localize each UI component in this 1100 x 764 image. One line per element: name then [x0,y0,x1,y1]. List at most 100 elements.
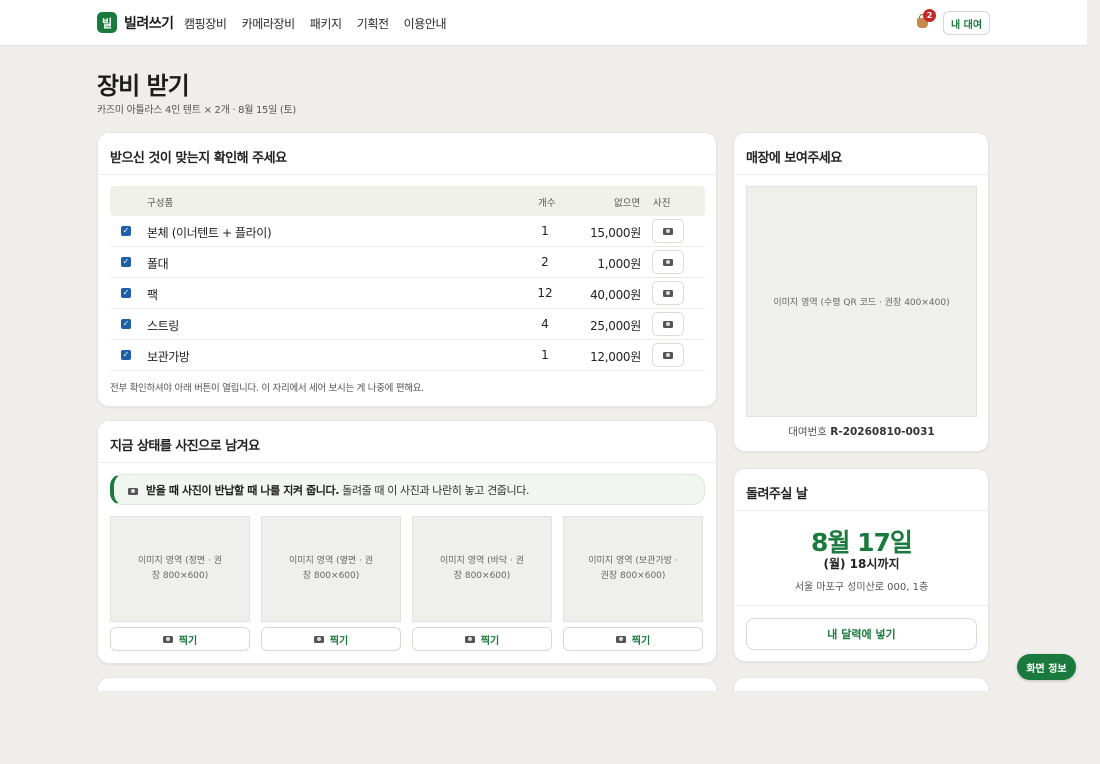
table-row: ✓ 보관가방 1 12,000원 [110,340,705,371]
item-price: 12,000원 [590,350,641,364]
rental-number-label: 대여번호 [788,426,831,438]
return-address: 서울 마포구 성미산로 000, 1층 [794,582,929,593]
table-row: ✓ 팩 12 40,000원 [110,278,705,309]
checklist-table: 구성품 개수 없으면 사진 ✓ 본체 (이너텐트 + 플라이) 1 15,000… [110,186,705,371]
return-date: 8월 17일 [811,528,913,557]
photo-card-title: 지금 상태를 사진으로 남겨요 [98,421,716,463]
photo-notice: 받을 때 사진이 반납할 때 나를 지켜 줍니다. 돌려줄 때 이 사진과 나란… [110,474,705,505]
photo-card: 지금 상태를 사진으로 남겨요 받을 때 사진이 반납할 때 나를 지켜 줍니다… [97,420,717,664]
return-card: 돌려주실 날 8월 17일 (월) 18시까지 서울 마포구 성미산로 000,… [733,468,989,662]
notice-emphasis: 받을 때 사진이 반납할 때 나를 지켜 줍니다. [146,484,340,497]
rental-number: 대여번호 R-20260810-0031 [734,424,988,439]
camera-icon [162,635,173,643]
camera-icon [663,351,673,359]
item-photo-button[interactable] [652,312,684,336]
divider [734,605,988,606]
qr-card-title: 매장에 보여주세요 [734,133,988,175]
photo-slot: 이미지 영역 (보관가방 · 권장 800×600) 찍기 [563,516,703,651]
table-row: ✓ 폴대 2 1,000원 [110,247,705,278]
item-qty: 2 [541,255,549,269]
page-bottom-fill [0,691,1100,764]
item-photo-button[interactable] [652,343,684,367]
take-photo-button[interactable]: 찍기 [110,627,250,651]
photo-slot: 이미지 영역 (바닥 · 권장 800×600) 찍기 [412,516,552,651]
take-photo-button[interactable]: 찍기 [563,627,703,651]
camera-icon [663,258,673,266]
item-qty: 4 [541,317,549,331]
take-photo-label: 찍기 [178,635,198,647]
item-name: 스트링 [147,319,179,333]
take-photo-label: 찍기 [631,635,651,647]
camera-icon [464,635,475,643]
return-card-title: 돌려주실 날 [734,469,988,511]
item-qty: 12 [537,286,553,300]
camera-icon [663,227,673,235]
screen-info-button[interactable]: 화면 정보 [1017,654,1076,680]
item-qty: 1 [541,348,549,362]
nav-item-camping[interactable]: 캠핑장비 [184,15,227,32]
checklist-note: 전부 확인하셔야 아래 버튼이 열립니다. 이 자리에서 세어 보시는 게 나중… [110,383,424,394]
camera-icon [615,635,626,643]
take-photo-label: 찍기 [329,635,349,647]
notice-text: 돌려줄 때 이 사진과 나란히 놓고 견줍니다. [339,484,530,497]
my-rental-button[interactable]: 내 대여 [943,11,990,35]
item-name: 본체 (이너텐트 + 플라이) [147,226,272,240]
photo-placeholder: 이미지 영역 (옆면 · 권장 800×600) [261,516,401,622]
nav-item-promotion[interactable]: 기획전 [357,15,389,32]
add-to-calendar-button[interactable]: 내 달력에 넣기 [746,618,977,650]
qr-card: 매장에 보여주세요 이미지 영역 (수령 QR 코드 · 권장 400×400)… [733,132,989,452]
cart-count-badge: 2 [923,9,936,22]
item-name: 팩 [147,288,158,302]
camera-icon [128,487,138,495]
brand-logo-icon[interactable]: 빌 [97,12,117,33]
nav-item-package[interactable]: 패키지 [310,15,342,32]
cart-icon[interactable]: 2 [914,9,936,33]
item-checkbox[interactable]: ✓ [121,350,131,360]
item-checkbox[interactable]: ✓ [121,319,131,329]
item-qty: 1 [541,224,549,238]
rental-number-value: R-20260810-0031 [830,426,935,438]
item-price: 40,000원 [590,288,641,302]
table-row: ✓ 스트링 4 25,000원 [110,309,705,340]
camera-icon [313,635,324,643]
column-header-photo: 사진 [653,198,671,209]
main-nav: 캠핑장비 카메라장비 패키지 기획전 이용안내 [184,15,447,32]
item-name: 폴대 [147,257,169,271]
nav-item-guide[interactable]: 이용안내 [404,15,447,32]
return-time: (월) 18시까지 [823,557,900,571]
take-photo-button[interactable]: 찍기 [412,627,552,651]
take-photo-label: 찍기 [480,635,500,647]
item-name: 보관가방 [147,350,190,364]
table-row: ✓ 본체 (이너텐트 + 플라이) 1 15,000원 [110,216,705,247]
page-subtitle: 카즈미 아틀라스 4인 텐트 × 2개 · 8월 15일 (토) [97,105,296,116]
photo-placeholder: 이미지 영역 (보관가방 · 권장 800×600) [563,516,703,622]
qr-code-placeholder: 이미지 영역 (수령 QR 코드 · 권장 400×400) [746,186,977,417]
page-title: 장비 받기 [97,72,190,100]
photo-placeholder: 이미지 영역 (정면 · 권장 800×600) [110,516,250,622]
checklist-title: 받으신 것이 맞는지 확인해 주세요 [98,133,716,175]
item-photo-button[interactable] [652,250,684,274]
take-photo-button[interactable]: 찍기 [261,627,401,651]
photo-placeholder: 이미지 영역 (바닥 · 권장 800×600) [412,516,552,622]
item-checkbox[interactable]: ✓ [121,257,131,267]
camera-icon [663,289,673,297]
column-header-qty: 개수 [538,198,556,209]
column-header-item: 구성품 [147,198,174,209]
brand-name[interactable]: 빌려쓰기 [124,13,174,33]
nav-item-camera[interactable]: 카메라장비 [242,15,296,32]
item-checkbox[interactable]: ✓ [121,288,131,298]
item-checkbox[interactable]: ✓ [121,226,131,236]
item-photo-button[interactable] [652,281,684,305]
item-price: 1,000원 [597,257,641,271]
checklist-header-row: 구성품 개수 없으면 사진 [110,186,705,216]
photo-slot: 이미지 영역 (정면 · 권장 800×600) 찍기 [110,516,250,651]
top-navigation-bar: 빌 빌려쓰기 캠핑장비 카메라장비 패키지 기획전 이용안내 2 내 대여 [0,0,1087,46]
camera-icon [663,320,673,328]
photo-slot-grid: 이미지 영역 (정면 · 권장 800×600) 찍기 이미지 영역 (옆면 ·… [110,516,703,651]
column-header-lost: 없으면 [614,198,641,209]
photo-slot: 이미지 영역 (옆면 · 권장 800×600) 찍기 [261,516,401,651]
item-price: 25,000원 [590,319,641,333]
item-price: 15,000원 [590,226,641,240]
checklist-card: 받으신 것이 맞는지 확인해 주세요 구성품 개수 없으면 사진 ✓ 본체 (이… [97,132,717,407]
item-photo-button[interactable] [652,219,684,243]
